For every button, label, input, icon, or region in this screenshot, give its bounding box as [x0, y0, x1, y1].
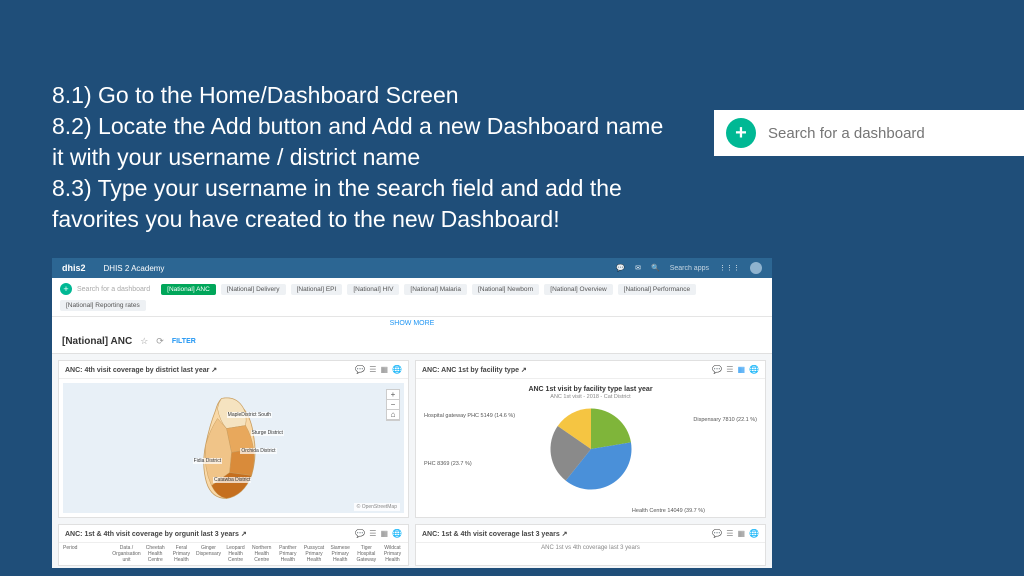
comment-icon[interactable]: 💬 [712, 529, 722, 538]
bar-icon[interactable]: ▦ [380, 529, 388, 538]
choropleth-map[interactable]: +−⌂ MapleDistrict South Sturge District … [63, 383, 404, 513]
pie-label-dispensary: Dispensary 7810 (22.1 %) [693, 417, 757, 424]
instruction-3: 8.3) Type your username in the search fi… [52, 173, 672, 235]
card-table-title: ANC: 1st & 4th visit coverage by orgunit… [65, 530, 247, 538]
globe-icon[interactable]: 🌐 [392, 365, 402, 374]
list-icon[interactable]: ☰ [726, 529, 733, 538]
bar-icon[interactable]: ▦ [380, 365, 388, 374]
card-map-title: ANC: 4th visit coverage by district last… [65, 366, 217, 374]
avatar[interactable] [750, 262, 762, 274]
chat-icon[interactable]: 💬 [616, 264, 625, 272]
comment-icon[interactable]: 💬 [355, 365, 365, 374]
map-label: Orchida District [240, 448, 276, 454]
mini-search-placeholder[interactable]: Search for a dashboard [77, 286, 150, 293]
chip-hiv[interactable]: [National] HIV [347, 284, 399, 295]
coverage-subtitle: ANC 1st vs 4th coverage last 3 years [416, 543, 765, 553]
dashboard-title-row: [National] ANC ☆ ⟳ FILTER [52, 330, 772, 354]
pie-chart [546, 404, 636, 494]
card-map: ANC: 4th visit coverage by district last… [58, 360, 409, 518]
pie-label-phc: PHC 8369 (23.7 %) [424, 461, 472, 468]
chip-reporting[interactable]: [National] Reporting rates [60, 300, 146, 311]
search-icon[interactable]: 🔍 [651, 264, 660, 272]
app-title: DHIS 2 Academy [104, 264, 165, 273]
mail-icon[interactable]: ✉ [635, 264, 641, 272]
app-logo: dhis2 [62, 263, 86, 273]
instructions: 8.1) Go to the Home/Dashboard Screen 8.2… [52, 80, 672, 235]
dashboard-title: [National] ANC [62, 336, 132, 347]
dashboard-chip-bar: + Search for a dashboard [National] ANC … [52, 278, 772, 317]
pie-label-health-centre: Health Centre 14049 (39.7 %) [632, 508, 705, 515]
chip-overview[interactable]: [National] Overview [544, 284, 612, 295]
chip-malaria[interactable]: [National] Malaria [404, 284, 467, 295]
card-coverage-chart: ANC: 1st & 4th visit coverage last 3 yea… [415, 524, 766, 566]
reload-icon[interactable]: ⟳ [156, 336, 164, 347]
map-label: Fidia District [193, 458, 223, 464]
pie-chart-subtitle: ANC 1st visit - 2018 - Cat District [420, 394, 761, 400]
apps-grid-icon[interactable]: ⋮⋮⋮ [719, 264, 740, 272]
filter-button[interactable]: FILTER [172, 338, 196, 345]
globe-icon[interactable]: 🌐 [749, 365, 759, 374]
comment-icon[interactable]: 💬 [712, 365, 722, 374]
chip-epi[interactable]: [National] EPI [291, 284, 343, 295]
zoom-control[interactable]: +−⌂ [386, 389, 400, 421]
map-label: Sturge District [251, 430, 284, 436]
add-dashboard-button[interactable]: + [726, 118, 756, 148]
dashboard-screenshot: dhis2 DHIS 2 Academy 💬 ✉ 🔍 Search apps ⋮… [52, 258, 772, 568]
list-icon[interactable]: ☰ [369, 529, 376, 538]
card-pie-title: ANC: ANC 1st by facility type ↗ [422, 366, 527, 374]
star-icon[interactable]: ☆ [140, 336, 148, 347]
bar-icon[interactable]: ▦ [737, 365, 745, 374]
card-coverage-title: ANC: 1st & 4th visit coverage last 3 yea… [422, 530, 568, 538]
globe-icon[interactable]: 🌐 [392, 529, 402, 538]
chip-newborn[interactable]: [National] Newborn [472, 284, 539, 295]
show-more-link[interactable]: SHOW MORE [52, 317, 772, 330]
instruction-1: 8.1) Go to the Home/Dashboard Screen [52, 80, 672, 111]
bar-icon[interactable]: ▦ [737, 529, 745, 538]
map-label: MapleDistrict South [227, 412, 272, 418]
add-dashboard-mini-button[interactable]: + [60, 283, 72, 295]
card-table: ANC: 1st & 4th visit coverage by orgunit… [58, 524, 409, 566]
list-icon[interactable]: ☰ [369, 365, 376, 374]
chip-delivery[interactable]: [National] Delivery [221, 284, 286, 295]
top-search-bar: + [714, 110, 1024, 156]
map-label: Catawba District [213, 477, 251, 483]
pie-label-gateway: Hospital gateway PHC 5149 (14.6 %) [424, 413, 515, 420]
globe-icon[interactable]: 🌐 [749, 529, 759, 538]
instruction-2: 8.2) Locate the Add button and Add a new… [52, 111, 672, 173]
list-icon[interactable]: ☰ [726, 365, 733, 374]
card-pie: ANC: ANC 1st by facility type ↗ 💬 ☰ ▦ 🌐 … [415, 360, 766, 518]
map-attribution: © OpenStreetMap [354, 503, 400, 511]
comment-icon[interactable]: 💬 [355, 529, 365, 538]
table-header-row: PeriodData / Organisation unitCheetah He… [59, 543, 408, 565]
chip-performance[interactable]: [National] Performance [618, 284, 696, 295]
dashboard-search-input[interactable] [768, 125, 1012, 142]
app-topbar: dhis2 DHIS 2 Academy 💬 ✉ 🔍 Search apps ⋮… [52, 258, 772, 278]
pie-chart-title: ANC 1st visit by facility type last year [420, 386, 761, 393]
chip-national-anc[interactable]: [National] ANC [161, 284, 216, 295]
search-apps-label: Search apps [670, 265, 709, 272]
